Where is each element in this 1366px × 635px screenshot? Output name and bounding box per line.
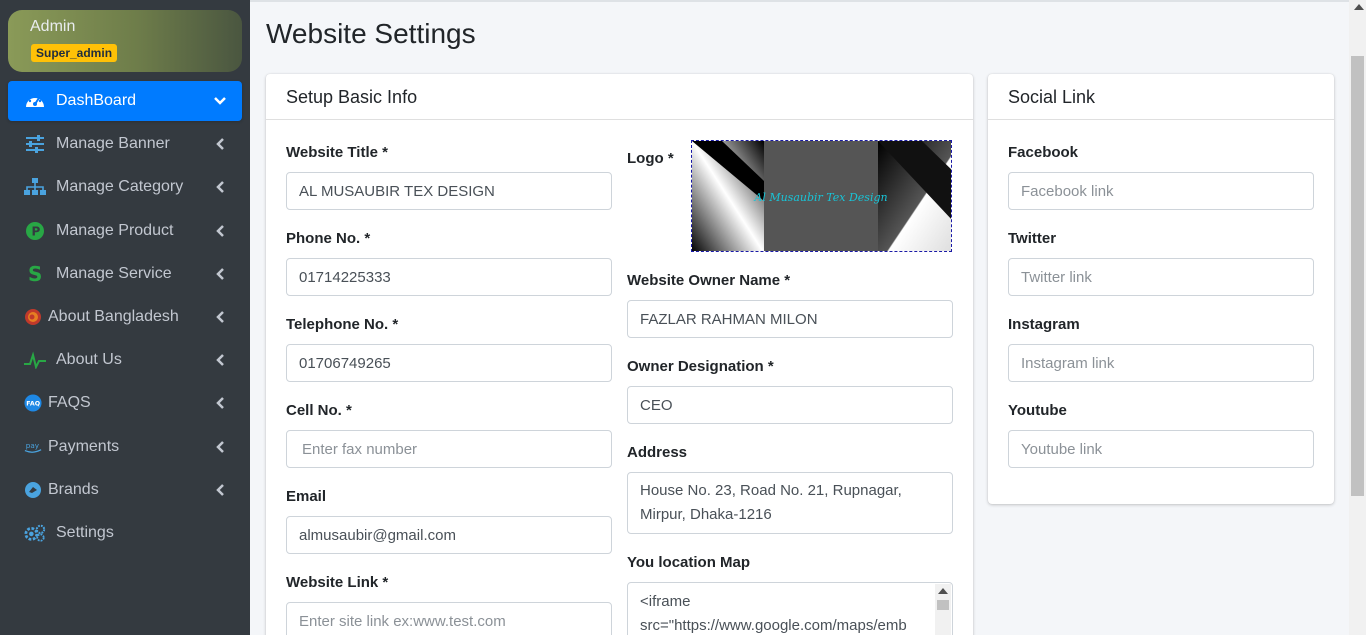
product-p-icon: P xyxy=(24,220,46,242)
twitter-input[interactable]: Twitter link xyxy=(1008,258,1314,296)
chevron-left-icon xyxy=(210,311,230,323)
scroll-up-arrow-icon[interactable] xyxy=(1354,4,1364,10)
sidebar-item-label: Manage Category xyxy=(56,178,184,195)
sidebar-item-label: About Bangladesh xyxy=(48,308,179,325)
sidebar-item-manage-product[interactable]: P Manage Product xyxy=(8,211,242,251)
chevron-left-icon xyxy=(210,484,230,496)
page-scrollbar-thumb[interactable] xyxy=(1351,56,1364,496)
chevron-down-icon xyxy=(210,97,230,105)
sidebar-item-manage-banner[interactable]: Manage Banner xyxy=(8,124,242,164)
sidebar-item-brands[interactable]: Brands xyxy=(8,470,242,510)
service-s-icon: S xyxy=(24,263,46,285)
sidebar-item-label: Payments xyxy=(48,438,120,455)
youtube-input[interactable]: Youtube link xyxy=(1008,430,1314,468)
instagram-label: Instagram xyxy=(1008,316,1080,333)
page-title: Website Settings xyxy=(266,18,476,49)
sidebar-item-about-us[interactable]: About Us xyxy=(8,340,242,380)
telephone-label: Telephone No. * xyxy=(286,316,399,333)
website-link-input[interactable]: Enter site link ex:www.test.com xyxy=(286,602,612,635)
website-title-label: Website Title * xyxy=(286,144,388,161)
owner-designation-label: Owner Designation * xyxy=(627,358,774,375)
logo-upload[interactable]: Al Musaubir Tex Design xyxy=(691,140,952,252)
owner-designation-input[interactable]: CEO xyxy=(627,386,953,424)
cell-label: Cell No. * xyxy=(286,402,352,419)
chevron-left-icon xyxy=(210,354,230,366)
sidebar-item-label: Manage Service xyxy=(56,265,172,282)
top-border xyxy=(250,0,1366,2)
chevron-left-icon xyxy=(210,268,230,280)
website-link-label: Website Link * xyxy=(286,574,389,591)
svg-text:FAQ: FAQ xyxy=(26,401,40,408)
sidebar-item-manage-service[interactable]: S Manage Service xyxy=(8,254,242,294)
sidebar-item-settings[interactable]: Settings xyxy=(8,513,242,553)
facebook-label: Facebook xyxy=(1008,144,1079,161)
sidebar-item-manage-category[interactable]: Manage Category xyxy=(8,167,242,207)
logo-image: Al Musaubir Tex Design xyxy=(692,141,951,251)
facebook-input[interactable]: Facebook link xyxy=(1008,172,1314,210)
sidebar-item-label: DashBoard xyxy=(56,92,137,109)
address-textarea[interactable]: House No. 23, Road No. 21, Rupnagar, Mir… xyxy=(627,472,953,534)
logo-text: Al Musaubir Tex Design xyxy=(753,191,887,204)
email-input[interactable]: almusaubir@gmail.com xyxy=(286,516,612,554)
owner-name-label: Website Owner Name * xyxy=(627,272,791,289)
user-role-badge: Super_admin xyxy=(31,44,118,62)
chevron-left-icon xyxy=(210,441,230,453)
map-label: You location Map xyxy=(627,554,751,571)
address-label: Address xyxy=(627,444,688,461)
sidebar-item-label: Manage Banner xyxy=(56,135,170,152)
website-title-input[interactable]: AL MUSAUBIR TEX DESIGN xyxy=(286,172,612,210)
gears-icon xyxy=(24,522,46,544)
sidebar-item-label: Brands xyxy=(48,481,99,498)
sidebar-item-faqs[interactable]: FAQ FAQS xyxy=(8,383,242,423)
instagram-input[interactable]: Instagram link xyxy=(1008,344,1314,382)
phone-input[interactable]: 01714225333 xyxy=(286,258,612,296)
twitter-label: Twitter xyxy=(1008,230,1057,247)
logo-label: Logo * xyxy=(627,150,674,167)
phone-label: Phone No. * xyxy=(286,230,371,247)
sidebar-item-label: Settings xyxy=(56,524,114,541)
sidebar-item-label: About Us xyxy=(56,351,122,368)
dashboard-gauge-icon xyxy=(24,90,46,112)
chevron-left-icon xyxy=(210,225,230,237)
svg-text:P: P xyxy=(32,225,41,239)
chevron-left-icon xyxy=(210,138,230,150)
map-textarea[interactable]: <iframe src="https://www.google.com/maps… xyxy=(627,582,953,635)
user-panel[interactable]: Admin Super_admin xyxy=(8,10,242,72)
chevron-left-icon xyxy=(210,181,230,193)
brand-icon xyxy=(24,481,42,499)
map-textarea-scrollbar[interactable] xyxy=(935,584,951,635)
card-title: Setup Basic Info xyxy=(266,74,973,120)
svg-text:S: S xyxy=(28,263,42,285)
sidebar-item-payments[interactable]: pay Payments xyxy=(8,427,242,467)
user-name: Admin xyxy=(30,18,76,35)
owner-name-input[interactable]: FAZLAR RAHMAN MILON xyxy=(627,300,953,338)
pay-icon: pay xyxy=(24,438,42,456)
sliders-icon xyxy=(24,133,46,155)
sitemap-icon xyxy=(24,176,46,198)
youtube-label: Youtube xyxy=(1008,402,1067,419)
cell-input[interactable]: Enter fax number xyxy=(286,430,612,468)
email-label: Email xyxy=(286,488,327,505)
svg-text:pay: pay xyxy=(26,441,40,450)
sidebar-item-label: Manage Product xyxy=(56,222,174,239)
sidebar-item-label: FAQS xyxy=(48,394,91,411)
telephone-input[interactable]: 01706749265 xyxy=(286,344,612,382)
card-title: Social Link xyxy=(988,74,1334,120)
bangladesh-flag-icon xyxy=(24,308,42,326)
chevron-left-icon xyxy=(210,397,230,409)
faq-icon: FAQ xyxy=(24,394,42,412)
sidebar-item-dashboard[interactable]: DashBoard xyxy=(8,81,242,121)
sidebar: Admin Super_admin DashBoard Manage Banne… xyxy=(0,0,250,635)
pulse-icon xyxy=(24,349,46,371)
sidebar-item-about-bangladesh[interactable]: About Bangladesh xyxy=(8,297,242,337)
